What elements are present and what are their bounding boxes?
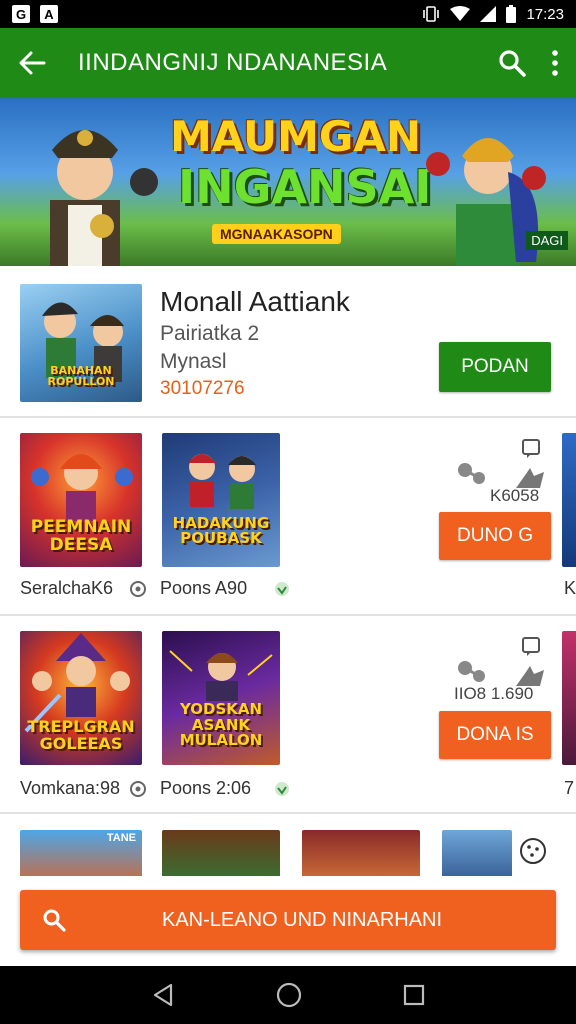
- promo-banner[interactable]: MAUMGAN INGANSAI MGNAAKASOPN DAGI: [0, 98, 576, 266]
- list-item: TREPLGRAN GOLEEAS YODSKAN ASANK MULALON …: [0, 616, 576, 816]
- back-nav-icon[interactable]: [151, 983, 175, 1007]
- verified-icon: [275, 782, 289, 796]
- app-bar: IINDANGNIJ NDANANESIA: [0, 28, 576, 98]
- thumbnail-tag: TANE: [106, 832, 136, 844]
- featured-price: 30107276: [160, 378, 245, 399]
- next-item-peek[interactable]: [562, 631, 576, 765]
- row-caption: Poons A90: [160, 578, 248, 598]
- row-thumbnail[interactable]: YODSKAN ASANK MULALON: [162, 631, 280, 765]
- notification-icon: G: [12, 5, 30, 23]
- bottom-search-label: KAN-LEANO UND NINARHANI: [162, 908, 443, 931]
- featured-item[interactable]: BANAHAN ROPULLON Monall Aattiank Pairiat…: [0, 266, 576, 418]
- row-thumbnail[interactable]: [442, 830, 512, 878]
- row-thumbnail-label: HADAKUNG POUBASK: [172, 513, 270, 548]
- row-thumbnail-label: YODSKAN ASANK MULALON: [179, 699, 263, 750]
- more-options-icon[interactable]: [552, 50, 558, 76]
- share-icon[interactable]: [455, 658, 487, 684]
- featured-line1: Pairiatka 2: [160, 322, 260, 345]
- share-icon[interactable]: [455, 460, 487, 486]
- row-thumbnail[interactable]: TANE: [20, 830, 142, 878]
- back-arrow-icon[interactable]: [18, 49, 46, 77]
- row-thumbnail-label: TREPLGRAN GOLEEAS: [27, 717, 135, 754]
- list-item: PEEMNAIN DEESA HADAKUNG POUBASK K6058 DU…: [0, 418, 576, 618]
- bottom-search-button[interactable]: KAN-LEANO UND NINARHANI: [20, 890, 556, 950]
- row-stat: K6058: [490, 486, 540, 505]
- signal-icon: [480, 6, 497, 22]
- recents-nav-icon[interactable]: [403, 984, 425, 1006]
- featured-action-button[interactable]: PODAN: [439, 342, 551, 392]
- system-nav-bar: [0, 966, 576, 1024]
- row-thumbnail[interactable]: HADAKUNG POUBASK: [162, 433, 280, 567]
- row-thumbnail[interactable]: TREPLGRAN GOLEEAS: [20, 631, 142, 765]
- featured-name: Monall Aattiank: [160, 286, 350, 317]
- coin-icon: [130, 781, 146, 797]
- wifi-icon: [450, 6, 471, 21]
- row-thumbnail[interactable]: PEEMNAIN DEESA: [20, 433, 142, 567]
- status-bar: G A 17:23: [0, 0, 576, 28]
- row-stat: IIO8 1.690: [454, 684, 534, 703]
- row-thumbnail[interactable]: [302, 830, 420, 878]
- notification-icon: A: [40, 5, 58, 23]
- coin-icon: [130, 581, 146, 597]
- home-nav-icon[interactable]: [276, 982, 302, 1008]
- banner-hero-left-illustration: [50, 130, 158, 266]
- banner-tag: DAGI: [526, 231, 568, 250]
- row-edge-caption: K: [564, 578, 576, 598]
- row-caption: Poons 2:06: [160, 778, 252, 798]
- bookmark-icon[interactable]: [521, 438, 541, 458]
- verified-icon: [275, 582, 289, 596]
- featured-thumbnail-label: BANAHAN ROPULLON: [47, 363, 115, 389]
- next-item-peek[interactable]: [562, 433, 576, 567]
- cookie-icon[interactable]: [514, 832, 552, 870]
- featured-line2: Mynasl: [160, 350, 227, 373]
- partial-thumbnail-row: TANE: [0, 822, 576, 878]
- row-action-button[interactable]: DUNO G: [439, 512, 551, 560]
- featured-thumbnail[interactable]: BANAHAN ROPULLON: [20, 284, 142, 402]
- row-edge-caption: 7: [564, 778, 575, 798]
- banner-title-line2: INGANSAI: [178, 160, 432, 214]
- vibrate-icon: [423, 6, 440, 22]
- row-caption: SeralchaK6: [20, 578, 114, 598]
- row-thumbnail[interactable]: [162, 830, 280, 878]
- page-title: IINDANGNIJ NDANANESIA: [78, 49, 388, 76]
- row-caption: Vomkana:98: [20, 778, 121, 798]
- search-icon[interactable]: [498, 49, 526, 77]
- battery-icon: [506, 5, 517, 23]
- search-icon: [43, 909, 66, 932]
- divider: [0, 812, 576, 814]
- status-time: 17:23: [526, 5, 564, 23]
- row-action-button[interactable]: DONA IS: [439, 711, 551, 759]
- banner-subtitle: MGNAAKASOPN: [212, 224, 341, 244]
- bookmark-icon[interactable]: [521, 636, 541, 656]
- row-thumbnail-label: PEEMNAIN DEESA: [30, 517, 132, 556]
- banner-title-line1: MAUMGAN: [170, 112, 422, 161]
